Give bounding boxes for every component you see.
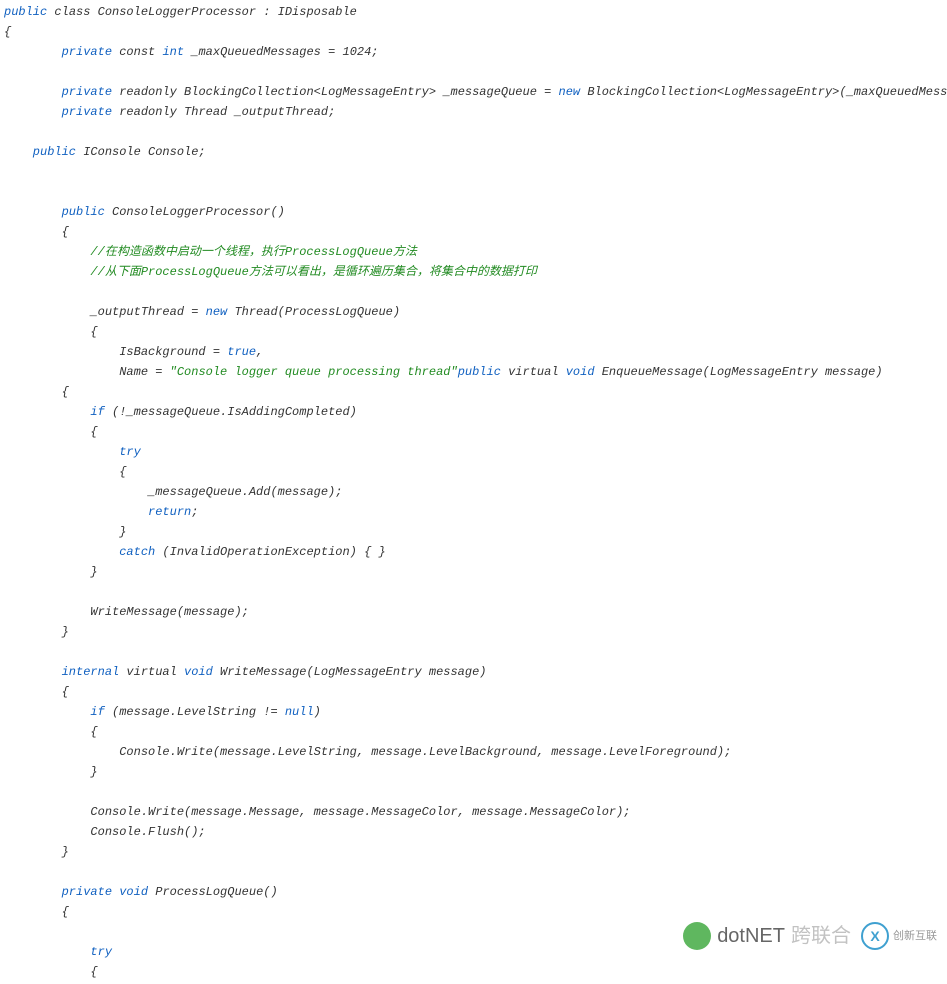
wechat-icon — [683, 922, 711, 950]
watermark: dotNET跨联合 X 创新互联 — [683, 922, 937, 950]
watermark-cx: X 创新互联 — [861, 922, 937, 950]
watermark-dotnet: dotNET跨联合 — [683, 922, 851, 950]
code-block: public class ConsoleLoggerProcessor : ID… — [4, 2, 943, 982]
watermark-text2: 创新互联 — [893, 926, 937, 946]
watermark-text1: dotNET — [717, 926, 785, 946]
cx-logo-icon: X — [861, 922, 889, 950]
